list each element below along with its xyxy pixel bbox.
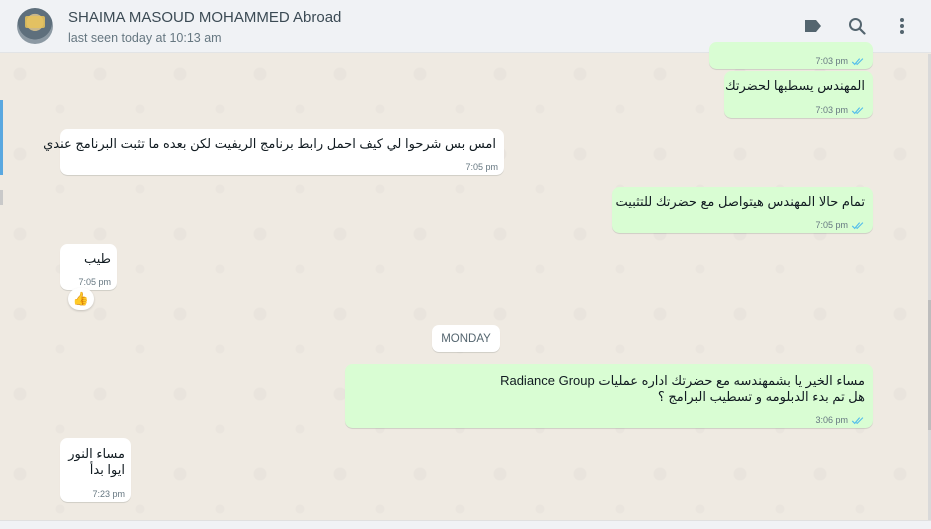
message-bubble[interactable]: طيب 7:05 pm [60,244,117,290]
message-text-line-2: هل تم بدء الدبلومه و تسطيب البرامج ؟ [657,389,865,404]
message-text: امس بس شرحوا لي كيف احمل رابط برنامج الر… [43,136,496,151]
message-bubble[interactable]: تمام حالا المهندس هيتواصل مع حضرتك للتثب… [612,187,873,233]
message-time: 7:05 pm [78,277,111,287]
message-meta: 7:03 pm [815,56,865,66]
message-meta: 7:05 pm [465,162,498,172]
message-time: 7:05 pm [465,162,498,172]
message-time: 7:03 pm [815,105,848,115]
read-receipt-icon [851,57,864,65]
message-bubble[interactable]: المهندس يسطبها لحضرتك 7:03 pm [724,71,873,118]
day-separator: MONDAY [432,325,500,352]
label-icon[interactable] [801,14,825,38]
message-time: 7:03 pm [815,56,848,66]
side-panel-edge-marker [0,190,3,205]
message-bubble[interactable]: مساء النور ايوا بدأ 7:23 pm [60,438,131,502]
composer-bar[interactable] [0,520,931,529]
message-text: طيب [83,251,111,266]
message-time: 7:23 pm [92,489,125,499]
message-time: 3:06 pm [815,415,848,425]
side-panel-edge [0,100,3,175]
contact-avatar[interactable] [17,8,53,44]
message-text: تمام حالا المهندس هيتواصل مع حضرتك للتثب… [615,194,866,209]
message-text: المهندس يسطبها لحضرتك [724,78,865,93]
message-bubble[interactable]: مساء الخير يا بشمهندسه مع حضرتك اداره عم… [345,364,873,428]
message-text-line-2: ايوا بدأ [89,462,125,477]
contact-name: SHAIMA MASOUD MOHAMMED Abroad [68,9,342,26]
message-meta: 3:06 pm [815,415,865,425]
message-text-line-1: مساء النور [68,446,125,461]
message-meta: 7:05 pm [78,277,111,287]
contact-info[interactable]: SHAIMA MASOUD MOHAMMED Abroad last seen … [68,9,341,46]
message-text-line-1: مساء الخير يا بشمهندسه مع حضرتك اداره عم… [500,373,865,388]
message-bubble[interactable]: 7:03 pm [709,42,873,69]
menu-icon[interactable] [890,14,914,38]
reaction-badge[interactable]: 👍 [68,288,94,310]
read-receipt-icon [851,106,864,114]
read-receipt-icon [851,221,864,229]
message-bubble[interactable]: امس بس شرحوا لي كيف احمل رابط برنامج الر… [43,129,504,175]
read-receipt-icon [851,416,864,424]
contact-last-seen: last seen today at 10:13 am [68,31,222,45]
message-meta: 7:23 pm [92,489,125,499]
message-list[interactable] [0,54,931,520]
search-icon[interactable] [845,14,869,38]
message-meta: 7:03 pm [815,105,865,115]
message-meta: 7:05 pm [815,220,865,230]
message-time: 7:05 pm [815,220,848,230]
